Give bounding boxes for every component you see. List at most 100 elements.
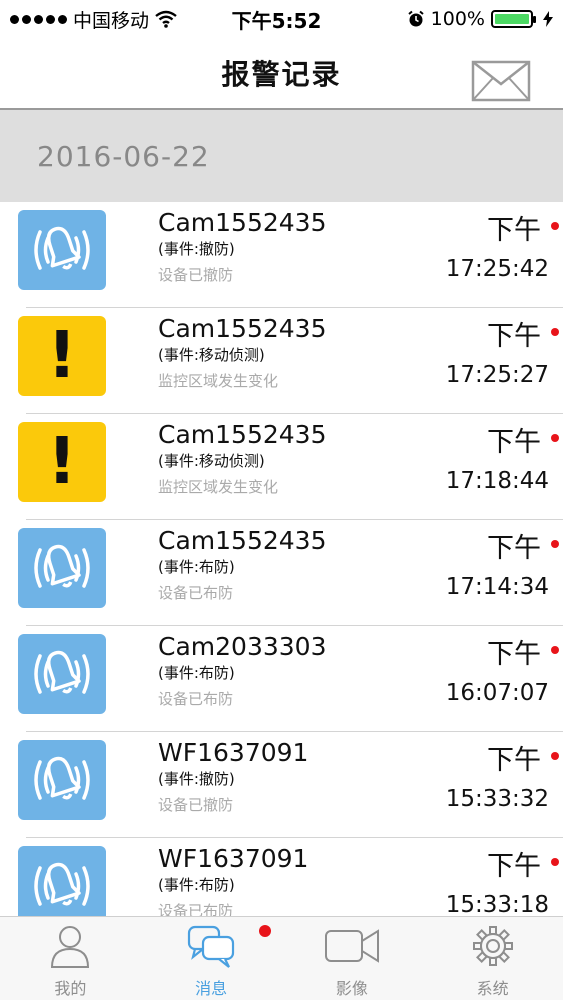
event-description: 设备已撤防 <box>158 266 234 284</box>
carrier-name: 中国移动 <box>73 9 150 32</box>
unread-dot <box>551 752 559 760</box>
chat-bubbles-icon <box>188 925 235 968</box>
alarm-bell-icon <box>34 862 90 906</box>
date-label: 2016-06-22 <box>37 139 210 173</box>
page-title: 报警记录 <box>221 58 342 91</box>
device-id: Cam1552435 <box>158 314 327 343</box>
device-id: WF1637091 <box>158 738 309 767</box>
exclamation-icon: ! <box>47 319 77 393</box>
motion-alert-badge: ! <box>18 316 106 396</box>
device-id: Cam1552435 <box>158 526 327 555</box>
alarm-bell-icon <box>34 650 90 694</box>
event-description: 设备已布防 <box>158 690 234 708</box>
alarm-record-row[interactable]: Cam1552435 (事件:布防) 设备已布防 下午 17:14:34 <box>0 520 563 626</box>
mail-button[interactable] <box>471 60 531 102</box>
gear-tooth <box>488 926 497 935</box>
am-pm-label: 下午 <box>487 745 541 776</box>
tab-videos[interactable]: 影像 <box>282 917 423 1000</box>
event-type: (事件:移动侦测) <box>158 346 265 364</box>
unread-badge <box>258 925 271 937</box>
alarm-record-row[interactable]: WF1637091 (事件:布防) 设备已布防 下午 15:33:18 <box>0 838 563 916</box>
am-pm-label: 下午 <box>487 639 541 670</box>
gear-tooth <box>475 950 488 963</box>
gear-tooth <box>497 929 510 942</box>
event-time: 17:25:27 <box>445 362 549 388</box>
device-id: Cam1552435 <box>158 208 327 237</box>
person-icon <box>51 926 90 968</box>
tab-label: 系统 <box>476 979 509 998</box>
event-type: (事件:撤防) <box>158 240 235 258</box>
unread-dot <box>551 328 559 336</box>
unread-dot <box>551 646 559 654</box>
unread-dot <box>551 434 559 442</box>
arm-status-badge <box>18 740 106 820</box>
status-left: 中国移动 <box>10 6 210 33</box>
am-pm-label: 下午 <box>487 427 541 458</box>
device-id: Cam1552435 <box>158 420 327 449</box>
alarm-bell-icon <box>34 226 90 270</box>
alarm-record-row[interactable]: ! Cam1552435 (事件:移动侦测) 监控区域发生变化 下午 17:18:44 <box>0 414 563 520</box>
event-description: 设备已撤防 <box>158 796 234 814</box>
charging-bolt-icon <box>543 11 553 27</box>
tab-system[interactable]: 系统 <box>422 917 563 1000</box>
event-time: 17:18:44 <box>445 468 549 494</box>
unread-dot <box>551 858 559 866</box>
battery-icon <box>491 10 536 28</box>
gear-tooth <box>503 942 513 950</box>
event-description: 监控区域发生变化 <box>158 478 279 496</box>
unread-dot <box>551 540 559 548</box>
alarm-record-row[interactable]: ! Cam1552435 (事件:移动侦测) 监控区域发生变化 下午 17:25:27 <box>0 308 563 414</box>
navigation-bar: 报警记录 <box>0 38 563 110</box>
battery-percent: 100% <box>430 8 485 30</box>
tab-mine[interactable]: 我的 <box>0 917 141 1000</box>
device-id: WF1637091 <box>158 844 309 873</box>
status-time: 下午5:52 <box>231 8 322 33</box>
arm-status-badge <box>18 528 106 608</box>
device-id: Cam2033303 <box>158 632 327 661</box>
date-section-header: 2016-06-22 <box>0 110 563 202</box>
tab-bar: 我的 消息 影像 系统 <box>0 916 563 1000</box>
alarm-record-row[interactable]: Cam2033303 (事件:布防) 设备已布防 下午 16:07:07 <box>0 626 563 732</box>
unread-dot <box>551 222 559 230</box>
alarm-record-list[interactable]: Cam1552435 (事件:撤防) 设备已撤防 下午 17:25:42! Cam1552… <box>0 202 563 916</box>
gear-tooth <box>497 950 510 963</box>
arm-status-badge <box>18 210 106 290</box>
exclamation-icon: ! <box>47 425 77 499</box>
gear-tooth <box>475 929 488 942</box>
event-time: 16:07:07 <box>445 680 549 706</box>
am-pm-label: 下午 <box>487 533 541 564</box>
event-type: (事件:撤防) <box>158 770 235 788</box>
status-right: 100% <box>363 8 553 30</box>
alarm-bell-icon <box>34 756 90 800</box>
am-pm-label: 下午 <box>487 215 541 246</box>
tab-label: 影像 <box>335 979 368 998</box>
arm-status-badge <box>18 846 106 916</box>
am-pm-label: 下午 <box>487 321 541 352</box>
event-description: 监控区域发生变化 <box>158 372 279 390</box>
event-time: 17:25:42 <box>445 256 549 282</box>
video-camera-icon <box>324 929 379 963</box>
alarm-record-row[interactable]: Cam1552435 (事件:撤防) 设备已撤防 下午 17:25:42 <box>0 202 563 308</box>
gear-icon <box>472 926 513 966</box>
event-time: 15:33:18 <box>445 892 549 916</box>
event-type: (事件:布防) <box>158 558 235 576</box>
signal-strength-icon <box>10 14 67 24</box>
gear-tooth <box>488 957 497 966</box>
gear-tooth <box>472 942 482 950</box>
event-description: 设备已布防 <box>158 584 234 602</box>
tab-label: 消息 <box>195 979 228 998</box>
motion-alert-badge: ! <box>18 422 106 502</box>
tab-messages[interactable]: 消息 <box>141 917 282 1000</box>
battery-fill <box>495 14 529 24</box>
event-time: 15:33:32 <box>445 786 549 812</box>
event-time: 17:14:34 <box>445 574 549 600</box>
alarm-bell-icon <box>34 544 90 588</box>
am-pm-label: 下午 <box>487 851 541 882</box>
event-type: (事件:布防) <box>158 876 235 894</box>
event-type: (事件:移动侦测) <box>158 452 265 470</box>
status-bar: 中国移动 下午5:52 100% <box>0 0 563 38</box>
alarm-record-row[interactable]: WF1637091 (事件:撤防) 设备已撤防 下午 15:33:32 <box>0 732 563 838</box>
event-description: 设备已布防 <box>158 902 234 916</box>
tab-label: 我的 <box>54 979 87 998</box>
alarm-clock-icon <box>408 10 424 27</box>
